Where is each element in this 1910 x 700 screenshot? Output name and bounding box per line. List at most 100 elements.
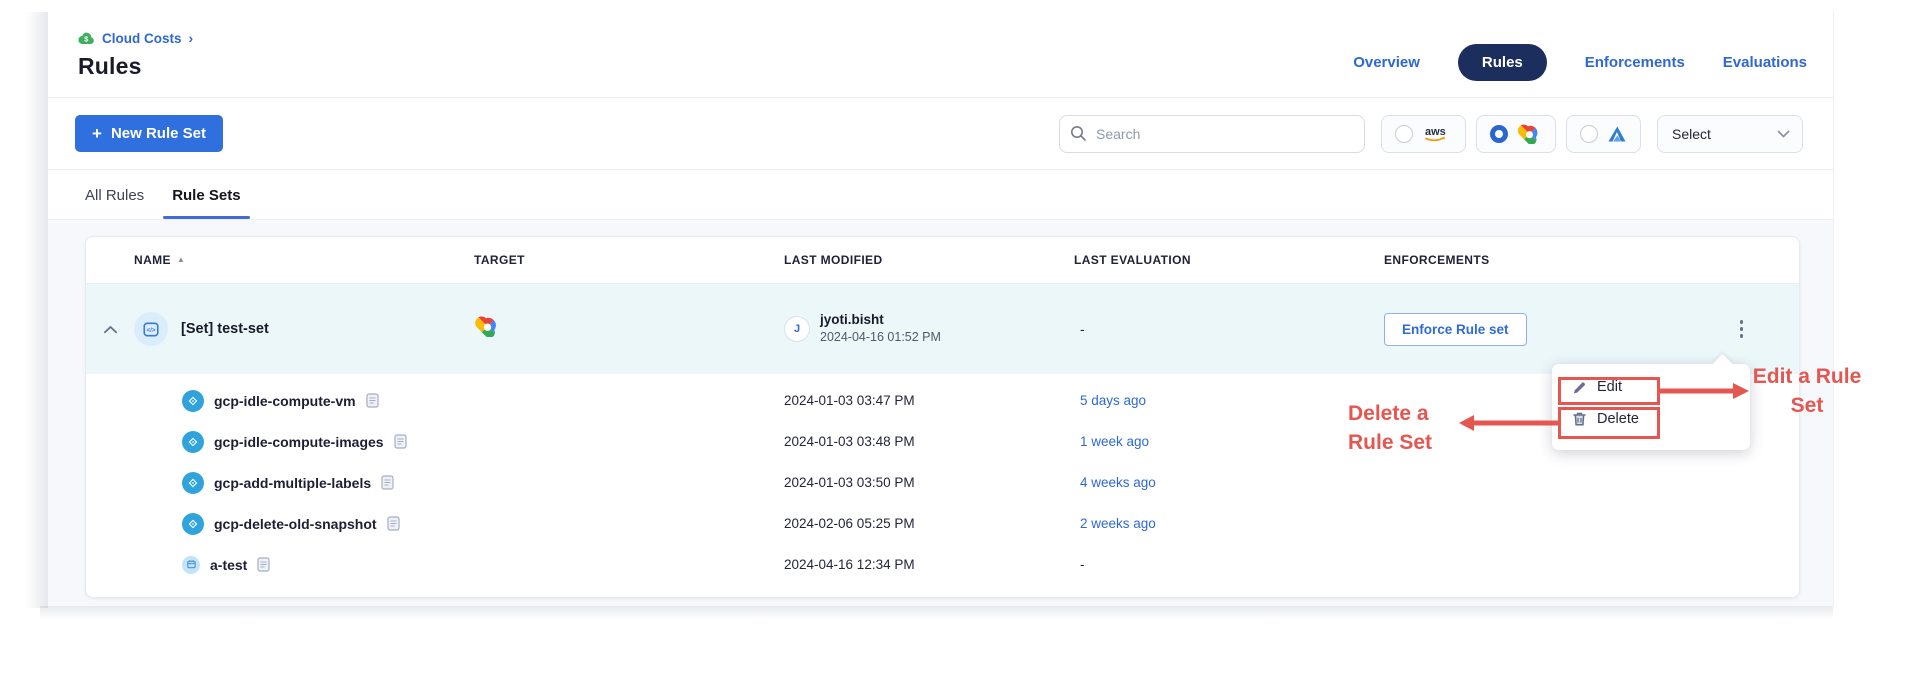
rule-last-modified: 2024-04-16 12:34 PM — [784, 557, 1074, 572]
rule-set-name: [Set] test-set — [181, 321, 269, 337]
enforce-rule-set-button[interactable]: Enforce Rule set — [1384, 313, 1527, 346]
aws-radio — [1395, 125, 1413, 143]
search-icon — [1070, 125, 1087, 142]
page-title: Rules — [78, 53, 193, 80]
nav-rules-active[interactable]: Rules — [1458, 44, 1547, 81]
tab-all-rules[interactable]: All Rules — [85, 187, 144, 219]
rule-description-icon[interactable] — [381, 475, 394, 490]
cloud-costs-icon: $ — [78, 32, 95, 45]
rule-description-icon[interactable] — [387, 516, 400, 531]
search-input[interactable] — [1059, 115, 1365, 153]
rule-icon — [182, 472, 204, 494]
rule-name: gcp-idle-compute-images — [214, 434, 384, 450]
avatar: J — [784, 316, 810, 342]
new-rule-set-label: New Rule Set — [111, 125, 206, 142]
azure-radio — [1580, 125, 1598, 143]
rule-set-row: </> [Set] test-set — [86, 284, 1799, 374]
toolbar: + New Rule Set aws — [48, 98, 1833, 170]
rule-row: gcp-add-multiple-labels 2024-01-03 03:50… — [86, 462, 1799, 503]
panel-left-shadow — [26, 12, 48, 608]
azure-filter-button[interactable] — [1566, 115, 1641, 153]
rule-name: gcp-add-multiple-labels — [214, 475, 371, 491]
column-header-last-modified: LAST MODIFIED — [784, 253, 1074, 267]
select-value: Select — [1672, 126, 1711, 142]
cloud-costs-rules-page: $ Cloud Costs › Rules Overview Rules Enf… — [0, 0, 1910, 700]
nav-evaluations[interactable]: Evaluations — [1723, 54, 1807, 71]
last-modified-cell: J jyoti.bisht 2024-04-16 01:52 PM — [784, 312, 1074, 346]
rule-name: gcp-delete-old-snapshot — [214, 516, 377, 532]
edit-annotation-arrow — [1660, 382, 1750, 400]
toolbar-right: aws — [1059, 115, 1803, 153]
azure-logo-icon — [1607, 125, 1627, 143]
rule-last-modified: 2024-01-03 03:48 PM — [784, 434, 1074, 449]
rule-last-evaluation-link[interactable]: 5 days ago — [1074, 393, 1384, 408]
app-panel: $ Cloud Costs › Rules Overview Rules Enf… — [48, 12, 1834, 606]
rule-name: gcp-idle-compute-vm — [214, 393, 356, 409]
plus-icon: + — [92, 125, 102, 142]
filter-select-dropdown[interactable]: Select — [1657, 115, 1803, 153]
trash-icon — [1572, 411, 1587, 427]
delete-annotation-text: Delete a Rule Set — [1348, 399, 1460, 457]
column-header-target: TARGET — [474, 253, 784, 267]
gcp-logo-icon — [1517, 124, 1542, 144]
menu-item-edit[interactable]: Edit — [1572, 379, 1622, 395]
rules-tabs: All Rules Rule Sets — [48, 170, 1833, 220]
rule-row: gcp-delete-old-snapshot 2024-02-06 05:25… — [86, 503, 1799, 544]
sort-asc-icon: ▲ — [177, 256, 185, 264]
header-left: $ Cloud Costs › Rules — [78, 30, 193, 80]
page-header: $ Cloud Costs › Rules Overview Rules Enf… — [48, 12, 1833, 98]
nav-enforcements[interactable]: Enforcements — [1585, 54, 1685, 71]
breadcrumb-label[interactable]: Cloud Costs — [102, 31, 182, 46]
new-rule-set-button[interactable]: + New Rule Set — [75, 115, 223, 152]
aws-filter-button[interactable]: aws — [1381, 115, 1466, 153]
rule-row: a-test 2024-04-16 12:34 PM - — [86, 544, 1799, 585]
gcp-filter-button[interactable] — [1476, 115, 1556, 153]
tab-rule-sets[interactable]: Rule Sets — [172, 187, 240, 219]
nav-overview[interactable]: Overview — [1353, 54, 1420, 71]
collapse-chevron-icon[interactable] — [86, 325, 134, 334]
rule-description-icon[interactable] — [257, 557, 270, 572]
panel-bottom-shadow — [40, 606, 1833, 620]
provider-filter-group: aws — [1381, 115, 1641, 153]
last-evaluation-cell: - — [1074, 321, 1384, 337]
rule-set-icon: </> — [134, 312, 168, 346]
pencil-icon — [1572, 380, 1587, 395]
top-nav: Overview Rules Enforcements Evaluations — [1353, 44, 1807, 81]
rule-icon — [182, 556, 200, 574]
gcp-target-icon — [474, 316, 501, 337]
svg-text:aws: aws — [1425, 126, 1446, 138]
rule-set-children: gcp-idle-compute-vm 2024-01-03 03:47 PM … — [86, 374, 1799, 585]
chevron-down-icon — [1777, 130, 1790, 138]
rule-description-icon[interactable] — [394, 434, 407, 449]
rule-name: a-test — [210, 557, 247, 573]
modified-at: 2024-04-16 01:52 PM — [820, 329, 941, 346]
rule-last-evaluation-link: - — [1074, 557, 1384, 572]
rule-last-evaluation-link[interactable]: 4 weeks ago — [1074, 475, 1384, 490]
breadcrumb[interactable]: $ Cloud Costs › — [78, 30, 193, 46]
column-header-name[interactable]: NAME ▲ — [134, 253, 474, 267]
rule-description-icon[interactable] — [366, 393, 379, 408]
rule-icon — [182, 431, 204, 453]
target-cell — [474, 316, 784, 342]
rule-last-modified: 2024-02-06 05:25 PM — [784, 516, 1074, 531]
modified-by: jyoti.bisht — [820, 312, 941, 329]
rule-last-evaluation-link[interactable]: 1 week ago — [1074, 434, 1384, 449]
edit-annotation-text: Edit a Rule Set — [1748, 362, 1866, 420]
breadcrumb-chevron: › — [189, 30, 194, 46]
rule-last-modified: 2024-01-03 03:50 PM — [784, 475, 1074, 490]
rule-last-modified: 2024-01-03 03:47 PM — [784, 393, 1074, 408]
table-header-row: NAME ▲ TARGET LAST MODIFIED LAST EVALUAT… — [86, 237, 1799, 284]
rule-icon — [182, 390, 204, 412]
svg-text:</>: </> — [146, 327, 155, 334]
aws-logo-icon: aws — [1422, 123, 1452, 145]
search-box — [1059, 115, 1365, 153]
column-header-enforcements: ENFORCEMENTS — [1384, 253, 1684, 267]
column-header-last-evaluation: LAST EVALUATION — [1074, 253, 1384, 267]
rule-last-evaluation-link[interactable]: 2 weeks ago — [1074, 516, 1384, 531]
delete-annotation-arrow — [1458, 414, 1558, 432]
rule-icon — [182, 513, 204, 535]
row-actions-menu: Edit Delete — [1552, 364, 1750, 450]
menu-item-delete[interactable]: Delete — [1572, 411, 1639, 427]
gcp-radio-selected — [1490, 125, 1508, 143]
row-actions-kebab-icon[interactable] — [1734, 314, 1750, 344]
